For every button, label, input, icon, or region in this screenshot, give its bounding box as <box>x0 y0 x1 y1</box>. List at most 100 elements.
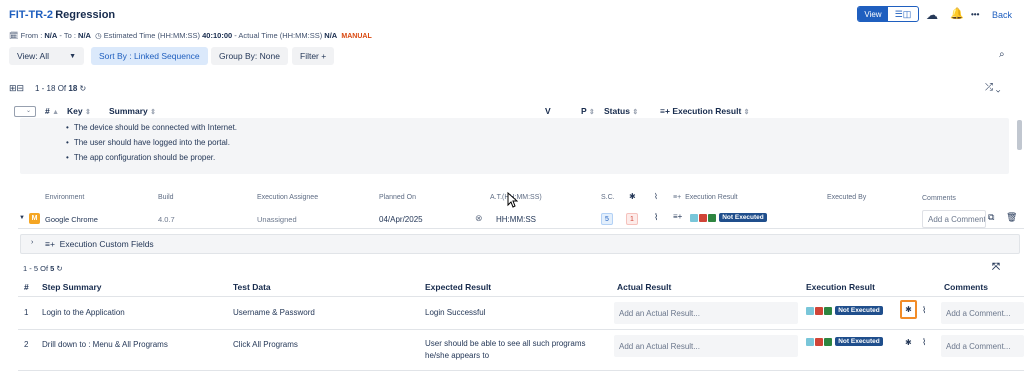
step-result-picker[interactable]: Not Executed <box>806 306 883 316</box>
precondition-item: The user should have logged into the por… <box>66 138 230 147</box>
step-comment-input[interactable]: Add a Comment... <box>941 302 1024 324</box>
clear-icon[interactable]: ⊗ <box>475 214 483 223</box>
step-test-data[interactable]: Username & Password <box>233 308 315 317</box>
exec-col-executed-by: Executed By <box>827 194 867 201</box>
exec-col-environment: Environment <box>45 194 85 201</box>
layout-icon[interactable]: ☰◫ <box>888 7 918 21</box>
step-summary[interactable]: Drill down to : Menu & All Programs <box>42 340 168 349</box>
col-p[interactable]: P ⇕ <box>581 106 595 116</box>
manual-type-icon: M <box>29 213 40 224</box>
shuffle-icon[interactable]: ⤮ ⌄ <box>985 83 1001 93</box>
step-col-execution-result: Execution Result <box>806 282 875 292</box>
sort-by-button[interactable]: Sort By : Linked Sequence <box>91 47 208 65</box>
status-badge: Not Executed <box>719 213 767 223</box>
select-all-checkbox[interactable]: ⌄ <box>14 106 36 117</box>
attachment-icon[interactable]: ⌇ <box>654 213 658 222</box>
bug-icon: ✱ <box>905 305 912 314</box>
test-name: Regression <box>55 9 116 21</box>
defect-count[interactable]: 1 <box>626 213 638 225</box>
exec-col-sc: S.C. <box>601 194 615 201</box>
step-col-hash: # <box>24 282 29 292</box>
page-title: FIT-TR-2 Regression <box>9 9 115 21</box>
status-badge: Not Executed <box>835 337 883 347</box>
preconditions-box: The device should be connected with Inte… <box>20 118 1009 174</box>
planned-on-value[interactable]: 04/Apr/2025 <box>379 215 423 224</box>
refresh-icon[interactable]: ↻ <box>80 84 87 93</box>
step-expected[interactable]: Login Successful <box>425 308 485 317</box>
view-toggle[interactable]: View ☰◫ <box>857 6 919 22</box>
attachment-icon[interactable]: ⌇ <box>922 306 926 315</box>
pagination-top: 1 - 18 Of 18 ↻ <box>35 84 87 93</box>
chevron-right-icon[interactable]: › <box>31 239 33 246</box>
col-summary[interactable]: Summary ⇕ <box>109 106 156 116</box>
view-button[interactable]: View <box>858 7 888 21</box>
more-icon[interactable]: ••• <box>971 11 979 19</box>
divider <box>18 296 1024 297</box>
bell-icon[interactable]: 🔔 <box>950 9 964 20</box>
comment-input[interactable]: Add a Comment <box>922 210 986 228</box>
divider <box>18 329 1024 330</box>
manual-badge: MANUAL <box>341 33 372 40</box>
clock-icon: ◷ <box>95 31 102 40</box>
trash-icon[interactable]: 🗑 <box>1006 213 1017 222</box>
precondition-item: The app configuration should be proper. <box>66 153 215 162</box>
step-number: 2 <box>24 340 29 349</box>
divider <box>18 370 1024 371</box>
search-icon[interactable]: ⌕ <box>999 50 1005 60</box>
status-badge: Not Executed <box>835 306 883 316</box>
col-key[interactable]: Key ⇕ <box>67 106 91 116</box>
actual-result-input[interactable]: Add an Actual Result... <box>614 335 798 357</box>
custom-fields-bar[interactable] <box>20 234 1020 254</box>
precondition-item: The device should be connected with Inte… <box>66 123 237 132</box>
custom-fields-label[interactable]: ≡+ Execution Custom Fields <box>45 239 154 249</box>
time-info: 🗓 From : N/A - To : N/A ◷ Estimated Time… <box>9 31 372 40</box>
exec-col-assignee: Execution Assignee <box>257 194 319 201</box>
collapse-icon[interactable]: ⤧ <box>992 263 1000 273</box>
col-status[interactable]: Status ⇕ <box>604 106 638 116</box>
bug-button[interactable]: ✱ <box>900 300 917 319</box>
exec-col-planned-on: Planned On <box>379 194 416 201</box>
step-result-picker[interactable]: Not Executed <box>806 337 883 347</box>
col-v[interactable]: V <box>545 106 551 116</box>
bug-icon[interactable]: ✱ <box>905 339 912 347</box>
back-link[interactable]: Back <box>992 10 1012 20</box>
step-col-expected: Expected Result <box>425 282 492 292</box>
add-list-icon: ≡+ <box>660 106 670 116</box>
sc-count[interactable]: 5 <box>601 213 613 225</box>
step-number: 1 <box>24 308 29 317</box>
step-col-actual: Actual Result <box>617 282 672 292</box>
actual-result-input[interactable]: Add an Actual Result... <box>614 302 798 324</box>
mouse-pointer-icon <box>507 192 518 208</box>
step-expected[interactable]: User should be able to see all such prog… <box>425 338 605 362</box>
exec-col-execution-result: ≡+ Execution Result <box>673 194 738 201</box>
calendar-icon: 🗓 <box>9 31 19 40</box>
filter-button[interactable]: Filter + <box>292 47 335 65</box>
cloud-download-icon[interactable]: ☁ <box>926 9 938 21</box>
chevron-down-icon: ▼ <box>69 52 76 60</box>
copy-icon[interactable]: ⧉ <box>988 213 994 222</box>
test-key-link[interactable]: FIT-TR-2 <box>9 9 53 21</box>
view-select[interactable]: View: All ▼ <box>9 47 84 65</box>
col-execution-result[interactable]: ≡+ Execution Result ⇕ <box>660 106 750 116</box>
execution-result-picker[interactable]: Not Executed <box>690 213 767 223</box>
add-list-icon: ≡+ <box>45 239 55 249</box>
scrollbar[interactable] <box>1017 120 1022 150</box>
attachment-icon[interactable]: ⌇ <box>922 338 926 347</box>
assignee-value[interactable]: Unassigned <box>257 215 297 224</box>
add-list-icon[interactable]: ≡+ <box>673 213 682 221</box>
at-value[interactable]: HH:MM:SS <box>496 215 536 224</box>
refresh-icon[interactable]: ↻ <box>56 264 62 273</box>
step-summary[interactable]: Login to the Application <box>42 308 125 317</box>
build-value: 4.0.7 <box>158 215 175 224</box>
step-test-data[interactable]: Click All Programs <box>233 340 298 349</box>
chevron-down-icon[interactable]: ▼ <box>19 215 25 221</box>
pagination-steps: 1 - 5 Of 5 ↻ <box>23 264 63 273</box>
step-comment-input[interactable]: Add a Comment... <box>941 335 1024 357</box>
col-hash[interactable]: # ▲ <box>45 106 59 116</box>
step-col-test-data: Test Data <box>233 282 271 292</box>
exec-col-build: Build <box>158 194 174 201</box>
group-by-button[interactable]: Group By: None <box>211 47 288 65</box>
add-list-icon: ≡+ <box>673 194 682 201</box>
expand-collapse-icon[interactable]: ⊞⊟ <box>9 84 24 93</box>
step-col-comments: Comments <box>944 282 988 292</box>
